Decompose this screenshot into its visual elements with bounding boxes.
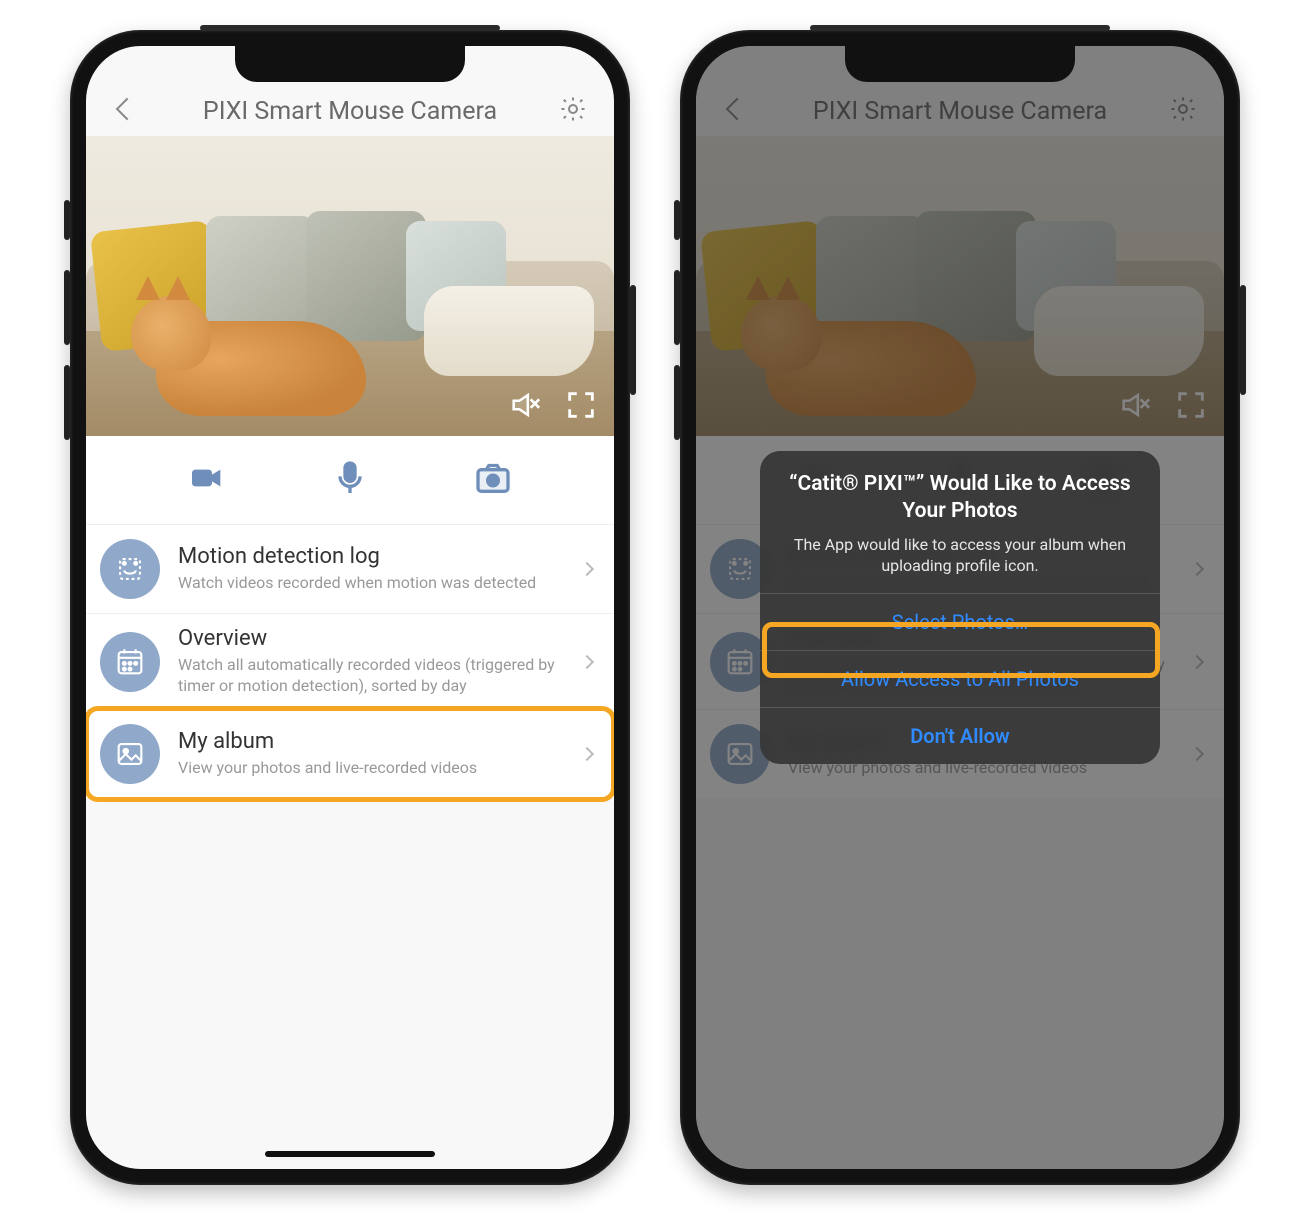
photo-album-icon	[100, 724, 160, 784]
phone-mock-right: PIXI Smart Mouse Camera	[680, 30, 1240, 1185]
menu-item-overview[interactable]: Overview Watch all automatically recorde…	[86, 613, 614, 709]
quick-actions	[86, 436, 614, 525]
motion-detection-icon	[100, 539, 160, 599]
menu-item-title: Overview	[178, 626, 564, 651]
gear-icon	[558, 94, 588, 124]
menu-item-title: Motion detection log	[178, 544, 564, 569]
menu-item-subtitle: View your photos and live-recorded video…	[178, 758, 564, 779]
device-notch	[235, 46, 465, 82]
home-indicator[interactable]	[265, 1151, 435, 1157]
chevron-right-icon	[580, 562, 594, 576]
menu-item-my-album[interactable]: My album View your photos and live-recor…	[86, 709, 614, 798]
allow-all-photos-button[interactable]: Allow Access to All Photos	[760, 650, 1160, 707]
fullscreen-icon	[564, 388, 598, 422]
chevron-right-icon	[580, 747, 594, 761]
speaker-muted-icon	[508, 388, 542, 422]
menu-item-subtitle: Watch videos recorded when motion was de…	[178, 573, 564, 594]
take-photo-button[interactable]	[473, 458, 513, 502]
camera-preview[interactable]	[86, 136, 614, 436]
menu-item-motion-log[interactable]: Motion detection log Watch videos record…	[86, 525, 614, 613]
fullscreen-button[interactable]	[564, 388, 598, 426]
mute-button[interactable]	[508, 388, 542, 426]
calendar-grid-icon	[100, 632, 160, 692]
menu-list: Motion detection log Watch videos record…	[86, 525, 614, 798]
video-camera-icon	[187, 458, 227, 498]
settings-button[interactable]	[556, 92, 590, 126]
record-video-button[interactable]	[187, 458, 227, 502]
device-notch	[845, 46, 1075, 82]
dialog-message: The App would like to access your album …	[786, 534, 1134, 577]
chevron-left-icon	[116, 98, 139, 121]
dialog-title: “Catit® PIXI™” Would Like to Access Your…	[786, 471, 1134, 526]
photos-permission-dialog: “Catit® PIXI™” Would Like to Access Your…	[760, 451, 1160, 764]
camera-icon	[473, 458, 513, 498]
dont-allow-button[interactable]: Don't Allow	[760, 707, 1160, 764]
menu-item-subtitle: Watch all automatically recorded videos …	[178, 655, 564, 697]
menu-item-title: My album	[178, 729, 564, 754]
page-title: PIXI Smart Mouse Camera	[156, 97, 544, 126]
microphone-icon	[330, 458, 370, 498]
back-button[interactable]	[110, 92, 144, 126]
phone-mock-left: PIXI Smart Mouse Camera	[70, 30, 630, 1185]
select-photos-button[interactable]: Select Photos…	[760, 593, 1160, 650]
chevron-right-icon	[580, 654, 594, 668]
microphone-button[interactable]	[330, 458, 370, 502]
